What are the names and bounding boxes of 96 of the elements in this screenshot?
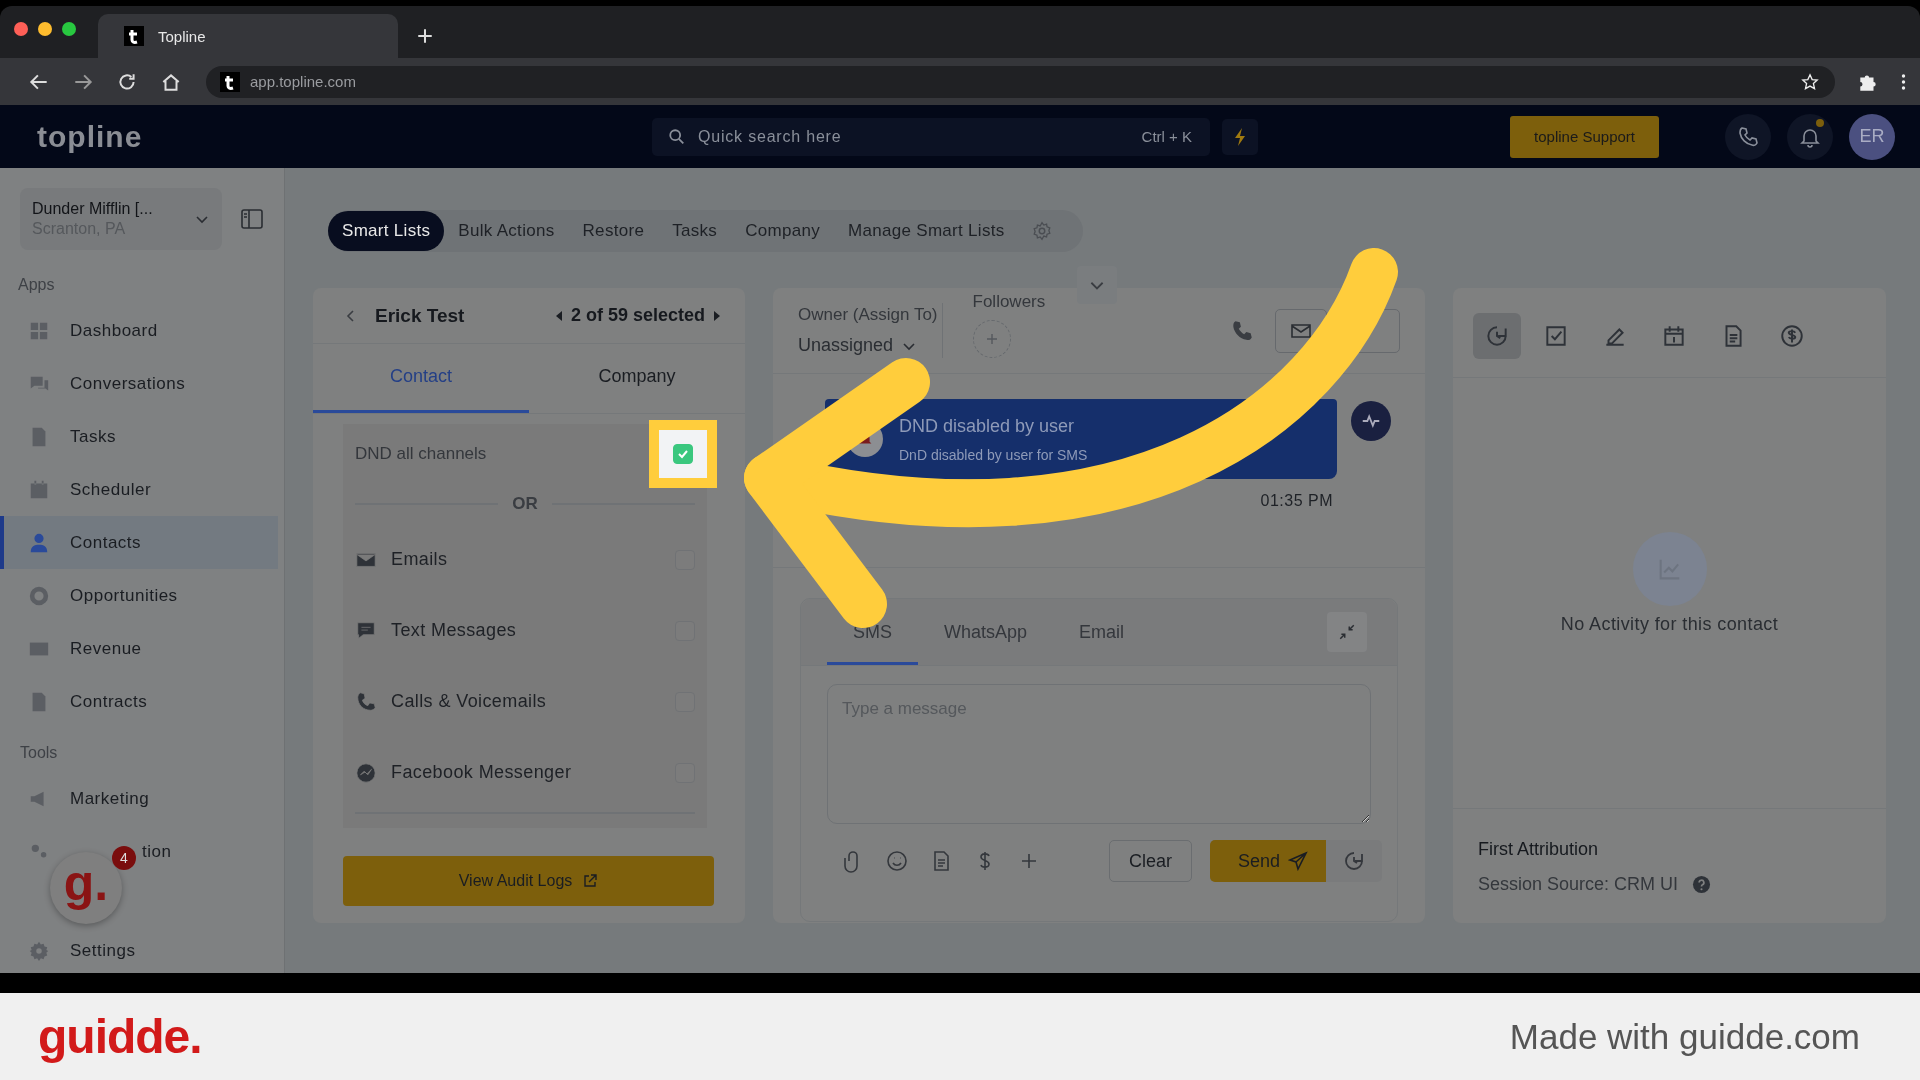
favicon-icon	[220, 71, 240, 92]
nav-tab[interactable]: Restore	[568, 211, 659, 251]
selection-pager: 2 of 59 selected	[570, 305, 705, 326]
help-icon[interactable]	[1692, 875, 1712, 894]
widget-logo: g.	[63, 854, 109, 912]
more-icon[interactable]	[1901, 72, 1906, 91]
tab-title: Topline	[158, 27, 206, 45]
person-icon	[28, 531, 50, 554]
brand-logo: guidde.	[38, 1009, 202, 1064]
close-window-dot[interactable]	[14, 22, 28, 36]
nav-tab[interactable]: Company	[731, 211, 834, 251]
session-source: Session Source: CRM UI	[1478, 874, 1679, 895]
owner-label: Owner (Assign To)	[798, 305, 938, 325]
shortcut-hint: Ctrl + K	[1141, 128, 1192, 145]
history-icon	[1484, 323, 1510, 349]
panel-toggle-icon[interactable]	[240, 207, 264, 231]
support-button[interactable]: topline Support	[1510, 115, 1659, 158]
event-detail: DnD disabled by user for SMS	[899, 446, 1088, 463]
checkbox[interactable]	[673, 444, 693, 464]
target-icon	[28, 584, 50, 607]
empty-state-text: No Activity for this contact	[1560, 613, 1779, 635]
contact-name: Erick Test	[375, 304, 465, 327]
event-title: DND disabled by user	[899, 415, 1076, 437]
activity-tab[interactable]	[1473, 313, 1521, 359]
clear-button[interactable]: Clear	[1108, 840, 1192, 882]
sidebar-item[interactable]: Scheduler	[70, 479, 152, 500]
event-time: 01:35 PM	[1260, 492, 1333, 510]
sidebar-item[interactable]: Revenue	[70, 638, 142, 659]
new-tab-icon[interactable]	[416, 27, 434, 45]
nav-tab[interactable]: Manage Smart Lists	[834, 211, 1019, 251]
previous-icon[interactable]	[554, 309, 563, 322]
collapse-button[interactable]	[1327, 612, 1367, 652]
next-icon[interactable]	[713, 309, 721, 322]
dnd-label: DND all channels	[355, 444, 487, 464]
app-logo[interactable]: topline	[37, 119, 652, 154]
panel-tab[interactable]: Company	[529, 344, 745, 413]
nav-tab[interactable]: Tasks	[658, 211, 732, 251]
sidebar-item[interactable]: Marketing	[70, 788, 150, 809]
settings-icon[interactable]	[1030, 220, 1053, 242]
settings-icon	[28, 940, 50, 962]
address-field[interactable]: app.topline.com	[206, 65, 1835, 98]
view-audit-logs-button[interactable]: View Audit Logs	[343, 856, 714, 906]
sidebar-item[interactable]: Contacts	[0, 516, 278, 569]
sidebar-item[interactable]: Dashboard	[70, 320, 158, 341]
section-heading: Tools	[19, 743, 59, 763]
search-field[interactable]: Quick search here Ctrl + K	[652, 117, 1210, 156]
smiley-icon[interactable]	[885, 849, 909, 873]
channel-tab[interactable]: WhatsApp	[918, 599, 1054, 665]
account-name: Dunder Mifflin [...	[32, 200, 154, 218]
search-icon	[668, 127, 686, 146]
activity-icon	[1351, 401, 1391, 441]
email-button[interactable]	[1275, 308, 1327, 353]
channel-label: Facebook Messenger	[391, 762, 573, 783]
messenger-icon	[355, 761, 377, 784]
divider-label: OR	[512, 494, 538, 514]
sidebar-item[interactable]: Opportunities	[70, 585, 178, 606]
favicon-icon	[124, 26, 144, 46]
followers-label: Followers	[972, 291, 1046, 312]
section-heading: Apps	[17, 275, 56, 295]
sidebar-item[interactable]: Contracts	[70, 691, 148, 712]
user-avatar[interactable]: ER	[1849, 113, 1895, 160]
history-icon	[1342, 849, 1366, 873]
channel-label: Calls & Voicemails	[391, 691, 548, 712]
sidebar-item[interactable]: tion	[142, 841, 172, 862]
browser-tab[interactable]: Topline	[98, 14, 398, 58]
paper-plane-icon	[1288, 851, 1308, 871]
channel-label: Emails	[391, 549, 449, 570]
phone-button[interactable]	[1725, 113, 1771, 160]
lightning-icon	[1232, 126, 1248, 147]
panel-tab[interactable]: Contact	[313, 344, 529, 413]
phone-icon	[355, 690, 377, 713]
settings-item[interactable]: Settings	[0, 929, 278, 973]
attribution-title: First Attribution	[1478, 839, 1600, 860]
external-link-icon	[582, 873, 599, 889]
send-button[interactable]: Send	[1209, 840, 1326, 882]
phone-icon	[1736, 124, 1760, 149]
channel-label: Text Messages	[391, 620, 518, 641]
calendar-icon	[28, 478, 50, 501]
footer-tagline: Made with guidde.com	[1509, 1016, 1860, 1057]
nav-tab[interactable]: Bulk Actions	[444, 211, 569, 251]
nav-tab[interactable]: Smart Lists	[328, 211, 445, 251]
star-icon[interactable]	[1801, 72, 1819, 91]
notifications-button[interactable]	[1787, 113, 1833, 160]
maximize-window-dot[interactable]	[62, 22, 76, 36]
sidebar-item[interactable]: Tasks	[70, 426, 116, 447]
collapse-icon	[1338, 623, 1356, 641]
search-placeholder: Quick search here	[698, 127, 843, 146]
quick-action-button[interactable]	[1222, 118, 1258, 155]
sidebar-item[interactable]: Conversations	[70, 373, 186, 394]
calendar-icon	[1661, 323, 1687, 349]
dollar-icon	[1779, 323, 1805, 349]
task-icon	[1543, 323, 1569, 349]
url-text: app.topline.com	[250, 73, 357, 90]
owner-dropdown[interactable]: Unassigned	[798, 335, 938, 356]
channel-tab[interactable]: Email	[1053, 599, 1151, 665]
minimize-window-dot[interactable]	[38, 22, 52, 36]
